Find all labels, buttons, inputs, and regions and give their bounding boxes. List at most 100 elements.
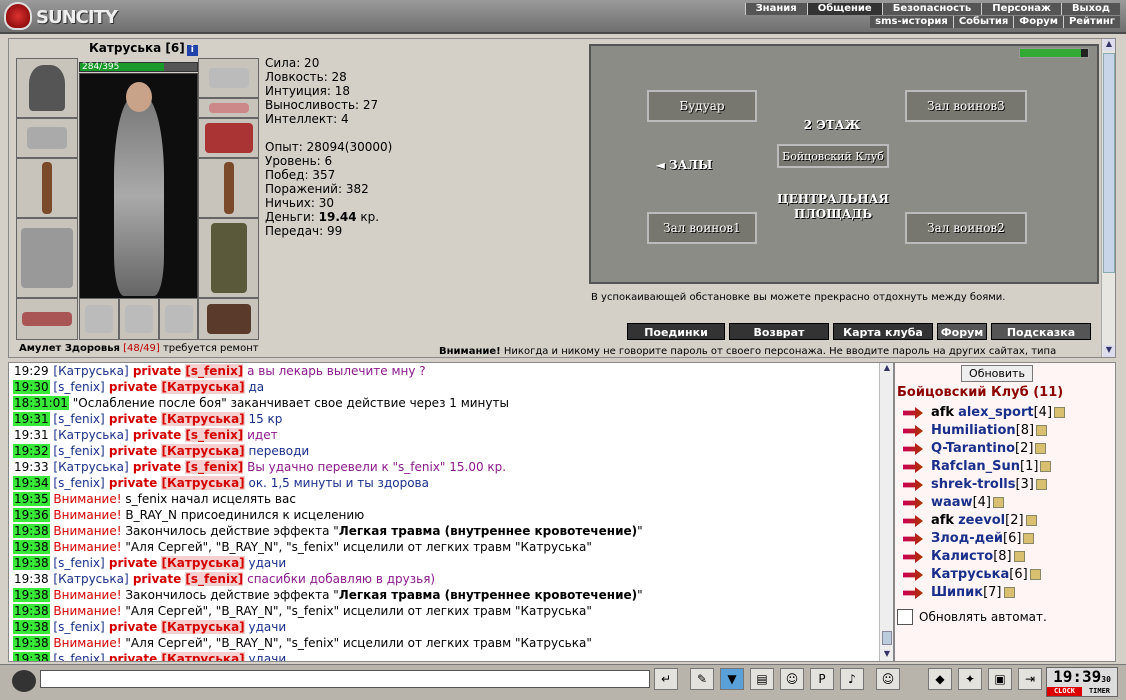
- user-info-icon[interactable]: [1054, 407, 1066, 418]
- user-name[interactable]: Катруська: [931, 567, 1009, 582]
- sound-icon[interactable]: ♪: [840, 668, 864, 690]
- chat-pnick[interactable]: [Катруська]: [161, 412, 245, 426]
- menu-security[interactable]: Безопасность: [881, 3, 982, 15]
- user-name[interactable]: Humiliation: [931, 423, 1016, 438]
- emoji-icon[interactable]: ☺: [876, 668, 900, 690]
- scroll-down-icon[interactable]: ▼: [881, 649, 893, 661]
- exit-icon[interactable]: ⇥: [1018, 668, 1042, 690]
- chat-timestamp[interactable]: 19:33: [13, 460, 50, 474]
- chat-nick[interactable]: [s_fenix]: [53, 620, 104, 634]
- user-info-icon[interactable]: [1023, 533, 1035, 544]
- chat-pnick[interactable]: [Катруська]: [161, 556, 245, 570]
- private-arrow-icon[interactable]: [903, 461, 923, 473]
- chat-timestamp[interactable]: 19:38: [13, 524, 50, 538]
- forum-button[interactable]: Форум: [937, 323, 987, 340]
- private-icon[interactable]: P: [810, 668, 834, 690]
- chat-nick[interactable]: [Катруська]: [53, 428, 128, 442]
- chat-nick[interactable]: [s_fenix]: [53, 444, 104, 458]
- submenu-rating[interactable]: Рейтинг: [1062, 16, 1120, 28]
- user-name[interactable]: Злод-дей: [931, 531, 1003, 546]
- chat-timestamp[interactable]: 19:36: [13, 508, 50, 522]
- chat-pnick[interactable]: [Катруська]: [161, 380, 245, 394]
- user-name[interactable]: zeevol: [958, 513, 1005, 528]
- user-info-icon[interactable]: [1013, 551, 1025, 562]
- room-boudoir[interactable]: Будуар: [647, 90, 757, 122]
- chat-timestamp[interactable]: 19:38: [13, 556, 50, 570]
- submenu-forum[interactable]: Форум: [1013, 16, 1063, 28]
- return-button[interactable]: Возврат: [729, 323, 829, 340]
- submenu-events[interactable]: События: [952, 16, 1014, 28]
- timer-label[interactable]: TIMER: [1082, 687, 1117, 696]
- submenu-sms-history[interactable]: sms-история: [870, 16, 953, 28]
- user-list-item[interactable]: afk zeevol[2]: [903, 513, 1103, 531]
- user-name[interactable]: Q-Tarantino: [931, 441, 1015, 456]
- slot-boots[interactable]: [198, 298, 259, 340]
- filter-icon[interactable]: ▼: [720, 668, 744, 690]
- user-list-item[interactable]: Злод-дей[6]: [903, 531, 1103, 549]
- private-arrow-icon[interactable]: [903, 443, 923, 455]
- user-name[interactable]: alex_sport: [958, 405, 1034, 420]
- fights-button[interactable]: Поединки: [627, 323, 725, 340]
- chat-nick[interactable]: [s_fenix]: [53, 476, 104, 490]
- user-info-icon[interactable]: [1025, 515, 1037, 526]
- chat-nick[interactable]: [Катруська]: [53, 572, 128, 586]
- chat-scrollbar[interactable]: ▲ ▼: [879, 363, 893, 661]
- chat-timestamp[interactable]: 19:38: [13, 540, 50, 554]
- user-info-icon[interactable]: [1040, 461, 1052, 472]
- menu-communication[interactable]: Общение: [806, 3, 882, 15]
- chat-timestamp[interactable]: 19:38: [13, 652, 50, 661]
- private-arrow-icon[interactable]: [903, 551, 923, 563]
- user-list-item[interactable]: Катруська[6]: [903, 567, 1103, 585]
- private-arrow-icon[interactable]: [903, 497, 923, 509]
- user-info-icon[interactable]: [1035, 479, 1047, 490]
- chat-pnick[interactable]: [Катруська]: [161, 476, 245, 490]
- auto-refresh-checkbox[interactable]: [897, 609, 913, 625]
- chat-timestamp[interactable]: 19:32: [13, 444, 50, 458]
- user-list-item[interactable]: Калисто[8]: [903, 549, 1103, 567]
- private-arrow-icon[interactable]: [903, 515, 923, 527]
- bag-icon[interactable]: ◆: [928, 668, 952, 690]
- chat-timestamp[interactable]: 19:38: [13, 636, 50, 650]
- private-arrow-icon[interactable]: [903, 425, 923, 437]
- scroll-thumb[interactable]: [882, 631, 892, 645]
- room-warriors-1[interactable]: Зал воинов1: [647, 212, 757, 244]
- send-icon[interactable]: ↵: [654, 668, 678, 690]
- user-list-item[interactable]: Rafclan_Sun[1]: [903, 459, 1103, 477]
- chat-pnick[interactable]: [s_fenix]: [185, 572, 244, 586]
- user-info-icon[interactable]: [1035, 443, 1047, 454]
- user-info-icon[interactable]: [1003, 587, 1015, 598]
- scroll-up-icon[interactable]: ▲: [1103, 39, 1115, 51]
- private-arrow-icon[interactable]: [903, 407, 923, 419]
- smiley-menu-icon[interactable]: [12, 670, 36, 692]
- menu-knowledge[interactable]: Знания: [744, 3, 807, 15]
- chat-nick[interactable]: [Катруська]: [53, 460, 128, 474]
- slot-bracers[interactable]: [16, 118, 78, 158]
- chat-timestamp[interactable]: 19:38: [13, 620, 50, 634]
- slot-earrings[interactable]: [198, 58, 259, 98]
- chat-timestamp[interactable]: 19:31: [13, 412, 50, 426]
- info-icon[interactable]: i: [186, 45, 198, 56]
- chat-nick[interactable]: [s_fenix]: [53, 652, 104, 661]
- chat-pnick[interactable]: [Катруська]: [161, 652, 245, 661]
- room-warriors-3[interactable]: Зал воинов3: [905, 90, 1027, 122]
- hint-button[interactable]: Подсказка: [991, 323, 1091, 340]
- map-halls-link[interactable]: ◄ ЗАЛЫ: [649, 158, 719, 172]
- user-list-item[interactable]: shrek-trolls[3]: [903, 477, 1103, 495]
- chat-nick[interactable]: [s_fenix]: [53, 556, 104, 570]
- chat-timestamp[interactable]: 19:29: [13, 364, 50, 378]
- clock-label[interactable]: CLOCK: [1047, 687, 1082, 696]
- chat-nick[interactable]: [s_fenix]: [53, 412, 104, 426]
- slot-weapon-right[interactable]: [198, 158, 259, 218]
- private-arrow-icon[interactable]: [903, 533, 923, 545]
- chat-pnick[interactable]: [s_fenix]: [185, 460, 244, 474]
- slot-ring-1[interactable]: [79, 298, 119, 340]
- slot-gloves[interactable]: [198, 118, 259, 158]
- slot-helmet[interactable]: [16, 58, 78, 118]
- private-arrow-icon[interactable]: [903, 587, 923, 599]
- chat-pnick[interactable]: [s_fenix]: [185, 364, 244, 378]
- room-fight-club[interactable]: Бойцовский Клуб: [777, 144, 889, 168]
- slot-pants[interactable]: [198, 218, 259, 298]
- user-info-icon[interactable]: [993, 497, 1004, 508]
- user-info-icon[interactable]: [1036, 425, 1048, 436]
- lock-icon[interactable]: ▣: [988, 668, 1012, 690]
